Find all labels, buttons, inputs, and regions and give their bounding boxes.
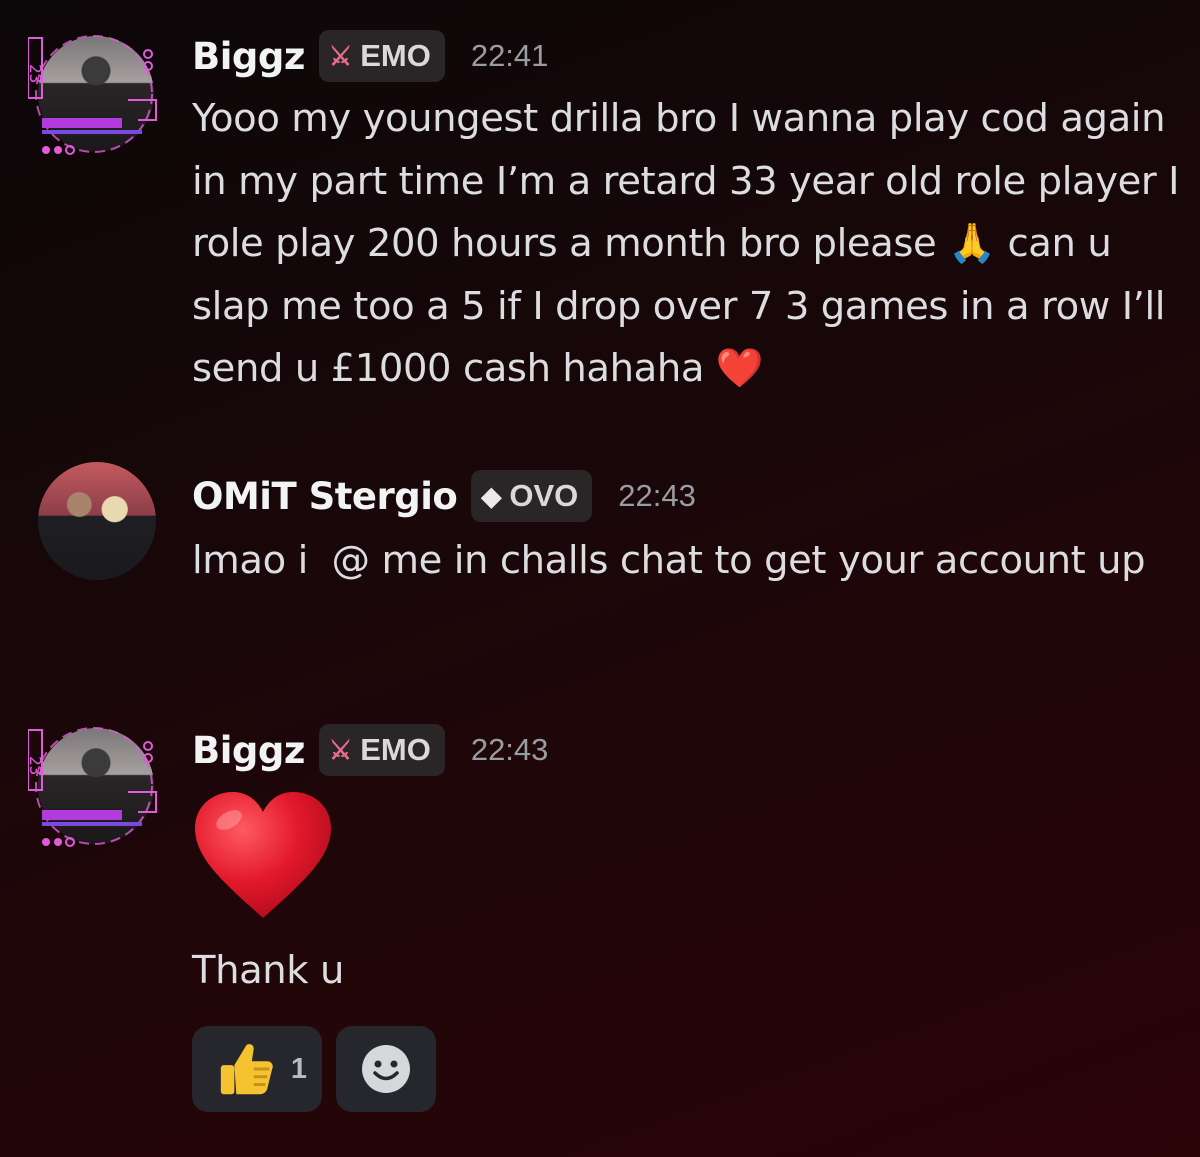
add-reaction-icon bbox=[362, 1045, 410, 1093]
guild-tag[interactable]: ⚔ EMO bbox=[318, 30, 445, 82]
guild-tag-label: OVO bbox=[509, 478, 579, 513]
sword-icon: ⚔ bbox=[328, 40, 353, 71]
avatar-image bbox=[38, 462, 156, 580]
message-text: Yooo my youngest drilla bro I wanna play… bbox=[192, 96, 1191, 391]
username[interactable]: Biggz bbox=[192, 35, 305, 78]
timestamp: 22:41 bbox=[470, 38, 549, 73]
thumbs-up-icon bbox=[220, 1044, 273, 1095]
message-header: Biggz ⚔ EMO 22:41 bbox=[192, 28, 548, 84]
reaction-thumbs-up[interactable]: 1 bbox=[192, 1026, 322, 1112]
add-reaction-button[interactable] bbox=[336, 1026, 436, 1112]
message-header: OMiT Stergio ◆ OVO 22:43 bbox=[192, 468, 696, 524]
avatar-biggz[interactable]: 23 bbox=[28, 30, 160, 162]
guild-tag[interactable]: ⚔ EMO bbox=[318, 724, 445, 776]
guild-tag-label: EMO bbox=[360, 732, 431, 767]
guild-tag[interactable]: ◆ OVO bbox=[471, 470, 593, 522]
avatar-image bbox=[38, 36, 154, 152]
message-text: Thank u bbox=[192, 948, 345, 993]
message-header: Biggz ⚔ EMO 22:43 bbox=[192, 722, 548, 778]
timestamp: 22:43 bbox=[618, 478, 696, 513]
avatar-image bbox=[38, 728, 154, 844]
avatar-biggz[interactable]: 23 bbox=[28, 722, 160, 854]
sword-icon: ⚔ bbox=[328, 734, 353, 765]
reactions-bar: 1 bbox=[192, 1026, 436, 1112]
guild-tag-label: EMO bbox=[360, 38, 431, 73]
username[interactable]: OMiT Stergio bbox=[192, 475, 458, 518]
reaction-count: 1 bbox=[290, 1052, 308, 1085]
avatar-omit-stergio[interactable] bbox=[28, 462, 160, 594]
message-text: lmao i @ me in challs chat to get your a… bbox=[192, 538, 1146, 583]
timestamp: 22:43 bbox=[470, 732, 549, 767]
diamond-icon: ◆ bbox=[481, 480, 502, 511]
username[interactable]: Biggz bbox=[192, 729, 305, 772]
heart-emoji-icon bbox=[195, 792, 331, 918]
